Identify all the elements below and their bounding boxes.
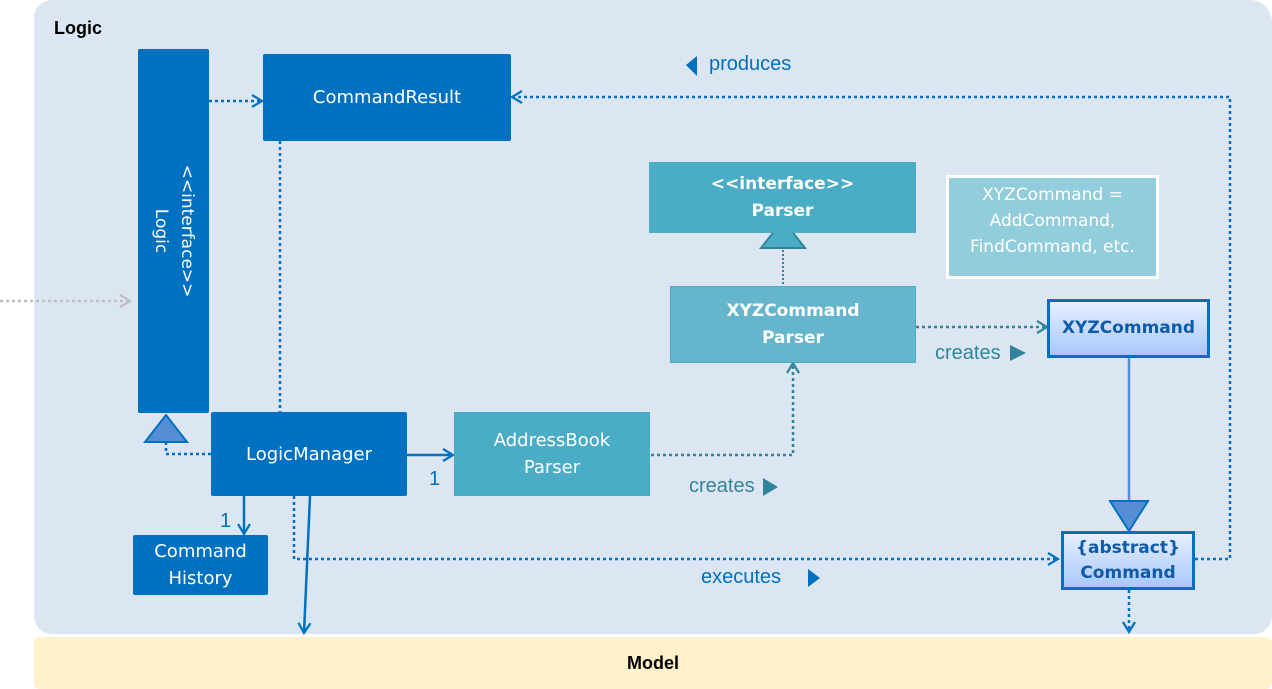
parser-name: Parser bbox=[751, 200, 814, 221]
produces-label: produces bbox=[709, 53, 792, 75]
addressbookparser-creates-xyzparser-arrow bbox=[651, 360, 800, 457]
class-parser-interface[interactable]: <<interface>> Parser bbox=[649, 162, 916, 233]
class-xyzcommand-parser[interactable]: XYZCommand Parser bbox=[670, 286, 916, 363]
produces-direction-icon bbox=[686, 56, 697, 76]
addressbook-parser-line2: Parser bbox=[523, 457, 581, 478]
diagram-canvas: Logic Model <<interface>> Logic CommandR… bbox=[0, 0, 1272, 689]
multiplicity-history: 1 bbox=[220, 510, 232, 532]
command-stereotype: {abstract} bbox=[1075, 537, 1181, 558]
addressbook-parser-line1: AddressBook bbox=[493, 430, 611, 451]
class-addressbook-parser[interactable]: AddressBook Parser bbox=[454, 412, 650, 496]
command-history-line2: History bbox=[168, 568, 233, 589]
parser-stereotype: <<interface>> bbox=[710, 173, 855, 194]
note-xyzcommand: XYZCommand = AddCommand, FindCommand, et… bbox=[946, 175, 1159, 279]
logic-interface-name: Logic bbox=[150, 208, 171, 254]
class-logic-manager[interactable]: LogicManager bbox=[211, 412, 407, 496]
class-xyzcommand[interactable]: XYZCommand bbox=[1047, 299, 1210, 358]
realization-triangle-logic bbox=[142, 413, 190, 443]
note-line-2: AddCommand, bbox=[989, 211, 1116, 231]
class-command-result[interactable]: CommandResult bbox=[263, 54, 511, 141]
logicmanager-to-model-arrow bbox=[297, 495, 312, 636]
creates-top-direction-icon bbox=[1010, 345, 1026, 361]
creates-bottom-direction-icon bbox=[763, 478, 778, 496]
xyzcommand-name: XYZCommand bbox=[1061, 318, 1196, 338]
creates-label-bottom: creates bbox=[689, 475, 755, 497]
command-result-name: CommandResult bbox=[312, 87, 462, 108]
class-command[interactable]: {abstract} Command bbox=[1061, 531, 1195, 590]
logicmanager-executes-command-arrow bbox=[292, 496, 1061, 566]
logicmanager-realizes-logic-line bbox=[164, 442, 211, 456]
class-command-history[interactable]: Command History bbox=[133, 535, 268, 595]
command-name: Command bbox=[1080, 562, 1176, 583]
class-logic-interface[interactable]: <<interface>> Logic bbox=[138, 49, 209, 413]
executes-label: executes bbox=[701, 566, 782, 588]
logic-interface-label: <<interface>> Logic bbox=[148, 165, 200, 298]
generalization-triangle-command bbox=[1108, 500, 1150, 533]
xyzcommand-parser-line1: XYZCommand bbox=[726, 300, 860, 321]
note-line-3: FindCommand, etc. bbox=[970, 237, 1135, 257]
xyzcommand-parser-line2: Parser bbox=[762, 327, 824, 348]
creates-label-top: creates bbox=[935, 342, 1001, 364]
command-history-line1: Command bbox=[154, 541, 247, 562]
logic-manager-name: LogicManager bbox=[246, 443, 372, 465]
executes-direction-icon bbox=[808, 569, 820, 587]
note-line-1: XYZCommand = bbox=[982, 185, 1123, 205]
multiplicity-parser: 1 bbox=[429, 468, 441, 490]
logic-interface-stereotype: <<interface>> bbox=[176, 164, 197, 298]
